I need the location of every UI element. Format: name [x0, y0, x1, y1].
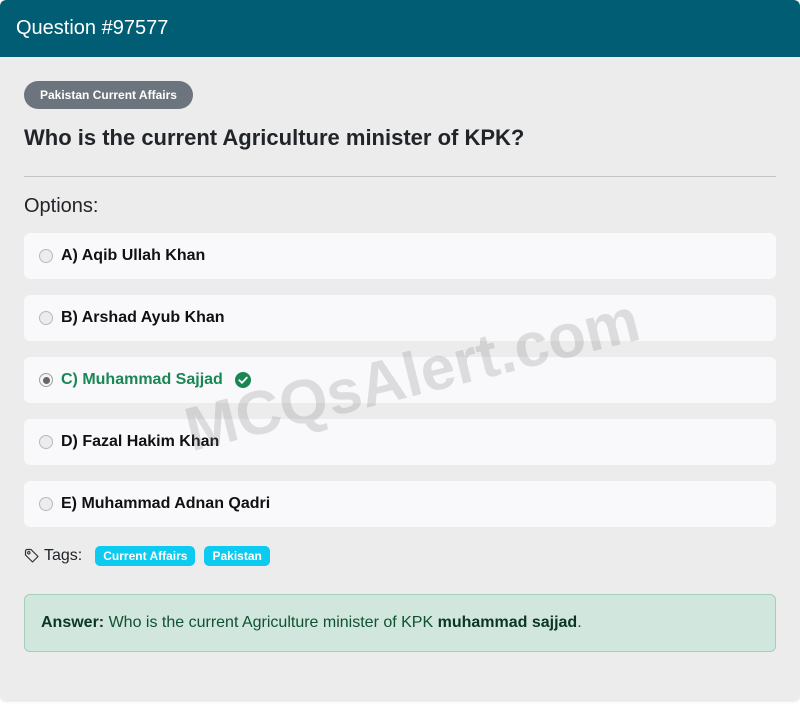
option-c-label: C) Muhammad Sajjad [61, 371, 223, 388]
option-a[interactable]: A) Aqib Ullah Khan [24, 233, 776, 279]
answer-suffix: . [577, 614, 582, 631]
option-a-label: A) Aqib Ullah Khan [61, 247, 206, 264]
question-text: Who is the current Agriculture minister … [24, 125, 525, 150]
tags-row: Tags: Current Affairs Pakistan [24, 545, 279, 567]
option-e[interactable]: E) Muhammad Adnan Qadri [24, 481, 776, 527]
answer-prefix: Answer: [41, 614, 105, 631]
divider [24, 176, 776, 177]
answer-box: Answer: Who is the current Agriculture m… [24, 594, 776, 652]
tag-current-affairs[interactable]: Current Affairs [95, 546, 196, 566]
option-b-label: B) Arshad Ayub Khan [61, 309, 225, 326]
category-badge[interactable]: Pakistan Current Affairs [24, 81, 193, 109]
check-circle-icon [234, 372, 251, 388]
tags-label: Tags: [44, 547, 83, 564]
option-b-radio[interactable] [39, 311, 53, 325]
option-d-radio[interactable] [39, 435, 53, 449]
option-a-radio[interactable] [39, 249, 53, 263]
card-header: Question #97577 [0, 0, 800, 57]
tag-icon [24, 548, 40, 564]
options-heading: Options: [24, 195, 99, 217]
option-e-radio[interactable] [39, 497, 53, 511]
option-c-radio[interactable] [39, 373, 53, 387]
option-e-label: E) Muhammad Adnan Qadri [61, 495, 271, 512]
answer-value: muhammad sajjad [437, 614, 578, 631]
option-c[interactable]: C) Muhammad Sajjad [24, 357, 776, 403]
option-b[interactable]: B) Arshad Ayub Khan [24, 295, 776, 341]
answer-text: Who is the current Agriculture minister … [104, 614, 438, 631]
question-card: Question #97577 Pakistan Current Affairs… [0, 0, 800, 700]
option-d-label: D) Fazal Hakim Khan [61, 433, 220, 450]
tag-pakistan[interactable]: Pakistan [204, 546, 270, 566]
card-body: Pakistan Current Affairs Who is the curr… [6, 57, 794, 694]
option-d[interactable]: D) Fazal Hakim Khan [24, 419, 776, 465]
question-number-title: Question #97577 [16, 17, 169, 39]
